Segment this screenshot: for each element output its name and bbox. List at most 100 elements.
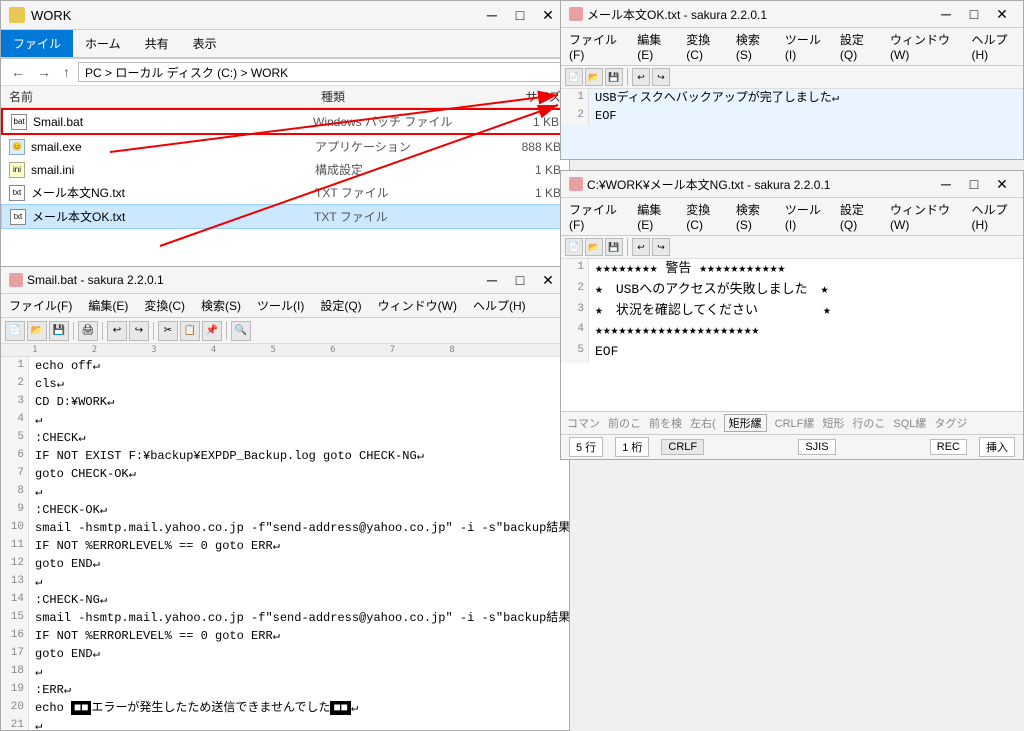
cut-btn[interactable]: ✂ — [158, 321, 178, 341]
ok-code-content[interactable]: 1 USBディスクへバックアップが完了しました↵ 2 EOF — [561, 89, 1023, 159]
sakura-bat-window: Smail.bat - sakura 2.2.0.1 ─ □ ✕ ファイル(F)… — [0, 266, 570, 731]
forward-button[interactable]: → — [33, 62, 55, 82]
ng-line-4: 4 ★★★★★★★★★★★★★★★★★★★★★ — [561, 321, 1023, 342]
tb5[interactable]: ↪ — [652, 68, 670, 86]
menu-edit[interactable]: 編集(E) — [633, 30, 674, 63]
address-bar: ← → ↑ — [1, 59, 569, 86]
bat-code-content[interactable]: 1 echo off↵ 2 cls↵ 3 CD D:¥WORK↵ 4 ↵ 5 :… — [1, 357, 569, 730]
menu-help[interactable]: ヘルプ(H) — [968, 30, 1019, 63]
file-name: メール本文OK.txt — [32, 208, 308, 225]
window-controls: ─ □ ✕ — [933, 4, 1015, 24]
tb1[interactable]: 📄 — [565, 68, 583, 86]
ng-code-content[interactable]: 1 ★★★★★★★★ 警告 ★★★★★★★★★★★ 2 ★ USBへのアクセスが… — [561, 259, 1023, 411]
open-btn[interactable]: 📂 — [27, 321, 47, 341]
save-btn[interactable]: 💾 — [49, 321, 69, 341]
menu-settings[interactable]: 設定(Q) — [836, 30, 878, 63]
file-type: アプリケーション — [315, 138, 475, 155]
menu-file[interactable]: ファイル(F) — [5, 296, 76, 315]
col-name-header: 名前 — [9, 88, 321, 105]
menu-search[interactable]: 検索(S) — [732, 30, 773, 63]
code-line-20: 20 echo ■■エラーが発生したため送信できませんでした■■↵ — [1, 699, 569, 717]
status-insert: 挿入 — [979, 437, 1015, 457]
menu-window[interactable]: ウィンドウ(W) — [886, 200, 959, 233]
maximize-button[interactable]: □ — [961, 174, 987, 194]
minimize-button[interactable]: ─ — [933, 174, 959, 194]
menu-tools[interactable]: ツール(I) — [253, 296, 308, 315]
ng-line-3: 3 ★ 状況を確認してください ★ — [561, 301, 1023, 322]
redo-btn[interactable]: ↪ — [129, 321, 149, 341]
menu-tools[interactable]: ツール(I) — [781, 30, 828, 63]
status-mode: REC — [930, 439, 967, 455]
print-btn[interactable]: 🖨 — [78, 321, 98, 341]
minimize-button[interactable]: ─ — [933, 4, 959, 24]
up-button[interactable]: ↑ — [59, 62, 74, 82]
close-button[interactable]: ✕ — [989, 174, 1015, 194]
file-name: smail.ini — [31, 163, 309, 177]
file-item-mail-ok[interactable]: txt メール本文OK.txt TXT ファイル — [1, 204, 569, 229]
minimize-button[interactable]: ─ — [479, 270, 505, 290]
menu-help[interactable]: ヘルプ(H) — [968, 200, 1019, 233]
file-list-header: 名前 種類 サイズ — [1, 86, 569, 108]
menu-settings[interactable]: 設定(Q) — [836, 200, 878, 233]
tab-file[interactable]: ファイル — [1, 30, 73, 57]
status-rect: 矩形縲 — [724, 414, 767, 432]
back-button[interactable]: ← — [7, 62, 29, 82]
file-item-smail-ini[interactable]: ini smail.ini 構成設定 1 KB — [1, 158, 569, 181]
menu-convert[interactable]: 変換(C) — [682, 30, 724, 63]
code-line-7: 7 goto CHECK-OK↵ — [1, 465, 569, 483]
explorer-title: WORK — [31, 8, 71, 23]
menu-convert[interactable]: 変換(C) — [682, 200, 724, 233]
menu-file[interactable]: ファイル(F) — [565, 30, 625, 63]
code-line-10: 10 smail -hsmtp.mail.yahoo.co.jp -f"send… — [1, 519, 569, 537]
menu-search[interactable]: 検索(S) — [732, 200, 773, 233]
tb2[interactable]: 📂 — [585, 68, 603, 86]
tb4[interactable]: ↩ — [632, 68, 650, 86]
menu-file[interactable]: ファイル(F) — [565, 200, 625, 233]
file-name: smail.exe — [31, 140, 309, 154]
tb5[interactable]: ↪ — [652, 238, 670, 256]
menu-search[interactable]: 検索(S) — [197, 296, 245, 315]
sakura-ng-title: C:¥WORK¥メール本文NG.txt - sakura 2.2.0.1 ─ □… — [561, 171, 1023, 198]
new-btn[interactable]: 📄 — [5, 321, 25, 341]
menu-convert[interactable]: 変換(C) — [140, 296, 189, 315]
undo-btn[interactable]: ↩ — [107, 321, 127, 341]
close-button[interactable]: ✕ — [535, 270, 561, 290]
tb3[interactable]: 💾 — [605, 238, 623, 256]
close-button[interactable]: ✕ — [989, 4, 1015, 24]
ribbon: ファイル ホーム 共有 表示 — [1, 30, 569, 59]
menu-edit[interactable]: 編集(E) — [633, 200, 674, 233]
code-line-1: 1 echo off↵ — [1, 357, 569, 375]
minimize-button[interactable]: ─ — [479, 5, 505, 25]
menu-window[interactable]: ウィンドウ(W) — [886, 30, 959, 63]
menu-help[interactable]: ヘルプ(H) — [469, 296, 530, 315]
paste-btn[interactable]: 📌 — [202, 321, 222, 341]
code-line-8: 8 ↵ — [1, 483, 569, 501]
tb2[interactable]: 📂 — [585, 238, 603, 256]
tab-view[interactable]: 表示 — [181, 30, 229, 57]
file-item-smail-bat[interactable]: bat Smail.bat Windows バッチ ファイル 1 KB — [1, 108, 569, 135]
file-item-mail-ng[interactable]: txt メール本文NG.txt TXT ファイル 1 KB — [1, 181, 569, 204]
close-button[interactable]: ✕ — [535, 5, 561, 25]
sakura-bat-toolbar: 📄 📂 💾 🖨 ↩ ↪ ✂ 📋 📌 🔍 — [1, 318, 569, 344]
tb3[interactable]: 💾 — [605, 68, 623, 86]
address-input[interactable] — [78, 62, 563, 82]
copy-btn[interactable]: 📋 — [180, 321, 200, 341]
tb1[interactable]: 📄 — [565, 238, 583, 256]
maximize-button[interactable]: □ — [507, 270, 533, 290]
menu-tools[interactable]: ツール(I) — [781, 200, 828, 233]
tab-share[interactable]: 共有 — [133, 30, 181, 57]
file-type: Windows バッチ ファイル — [313, 113, 473, 130]
menu-window[interactable]: ウィンドウ(W) — [374, 296, 461, 315]
menu-edit[interactable]: 編集(E) — [84, 296, 132, 315]
ng-statusbar: コマン 前のこ 前を検 左右( 矩形縲 CRLF縲 短形 行のこ SQL縲 タグ… — [561, 411, 1023, 434]
tb4[interactable]: ↩ — [632, 238, 650, 256]
search-btn[interactable]: 🔍 — [231, 321, 251, 341]
sep3 — [153, 322, 154, 340]
file-item-smail-exe[interactable]: 😊 smail.exe アプリケーション 888 KB — [1, 135, 569, 158]
menu-settings[interactable]: 設定(Q) — [316, 296, 365, 315]
file-type: TXT ファイル — [314, 208, 474, 225]
maximize-button[interactable]: □ — [961, 4, 987, 24]
tab-home[interactable]: ホーム — [73, 30, 133, 57]
ng-line-1: 1 ★★★★★★★★ 警告 ★★★★★★★★★★★ — [561, 259, 1023, 280]
maximize-button[interactable]: □ — [507, 5, 533, 25]
